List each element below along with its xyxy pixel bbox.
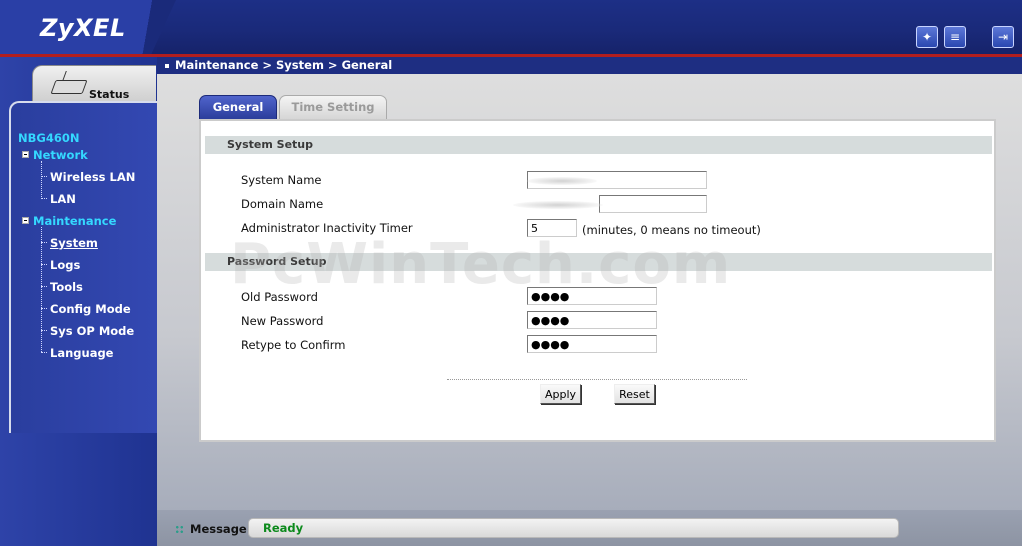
collapse-icon[interactable] xyxy=(22,151,29,158)
inactivity-timer-label: Administrator Inactivity Timer xyxy=(241,221,413,235)
divider xyxy=(447,379,747,380)
sidebar-item-lan[interactable]: LAN xyxy=(50,192,76,206)
domain-name-label: Domain Name xyxy=(241,197,324,211)
new-password-input[interactable] xyxy=(527,311,657,329)
settings-panel: System Setup System Name Domain Name Adm… xyxy=(199,119,996,442)
status-tab-label: Status xyxy=(89,88,130,101)
redaction-smudge xyxy=(527,177,597,185)
status-bar: Message Ready xyxy=(157,510,1022,546)
breadcrumb: Maintenance > System > General xyxy=(157,57,1022,74)
notes-icon[interactable]: ≡ xyxy=(944,26,966,48)
sidebar-item-logs[interactable]: Logs xyxy=(50,258,80,272)
reset-button[interactable]: Reset xyxy=(614,384,655,404)
sidebar-item-system[interactable]: System xyxy=(50,236,98,250)
retype-password-input[interactable] xyxy=(527,335,657,353)
device-name[interactable]: NBG460N xyxy=(18,131,79,145)
old-password-input[interactable] xyxy=(527,287,657,305)
message-label: Message xyxy=(175,522,247,536)
nav-group-network-label: Network xyxy=(33,148,88,162)
breadcrumb-text: Maintenance > System > General xyxy=(175,58,393,72)
nav-group-maintenance[interactable]: Maintenance xyxy=(22,214,116,228)
message-icon xyxy=(175,525,184,534)
tab-bar: General Time Setting xyxy=(199,95,387,119)
retype-password-label: Retype to Confirm xyxy=(241,338,346,352)
sidebar-item-language[interactable]: Language xyxy=(50,346,114,360)
bullet-icon xyxy=(165,64,169,68)
system-name-label: System Name xyxy=(241,173,322,187)
inactivity-timer-hint: (minutes, 0 means no timeout) xyxy=(582,223,761,237)
logout-icon[interactable]: ⇥ xyxy=(992,26,1014,48)
collapse-icon[interactable] xyxy=(22,217,29,224)
tab-general[interactable]: General xyxy=(199,95,277,119)
nav-group-maintenance-label: Maintenance xyxy=(33,214,117,228)
old-password-label: Old Password xyxy=(241,290,318,304)
main-content: General Time Setting System Setup System… xyxy=(157,74,1022,510)
zyxel-logo: ZyXEL xyxy=(40,14,126,42)
nav-group-network[interactable]: Network xyxy=(22,148,88,162)
apply-button[interactable]: Apply xyxy=(540,384,581,404)
tab-time-setting[interactable]: Time Setting xyxy=(279,95,387,119)
sidebar-item-tools[interactable]: Tools xyxy=(50,280,83,294)
message-label-text: Message xyxy=(190,522,247,536)
inactivity-timer-input[interactable] xyxy=(527,219,577,237)
header-toolbar: ✦ ≡ ⇥ xyxy=(916,26,1014,48)
sidebar-item-config-mode[interactable]: Config Mode xyxy=(50,302,131,316)
sidebar-item-sys-op-mode[interactable]: Sys OP Mode xyxy=(50,324,134,338)
sidebar-item-wireless-lan[interactable]: Wireless LAN xyxy=(50,170,135,184)
domain-name-input[interactable] xyxy=(599,195,707,213)
message-box: Ready xyxy=(248,518,899,538)
wizard-icon[interactable]: ✦ xyxy=(916,26,938,48)
new-password-label: New Password xyxy=(241,314,324,328)
router-icon xyxy=(50,80,88,94)
redaction-smudge xyxy=(513,201,603,209)
section-system-setup: System Setup xyxy=(205,136,992,154)
top-header: ZyXEL ✦ ≡ ⇥ xyxy=(0,0,1022,57)
section-password-setup: Password Setup xyxy=(205,253,992,271)
